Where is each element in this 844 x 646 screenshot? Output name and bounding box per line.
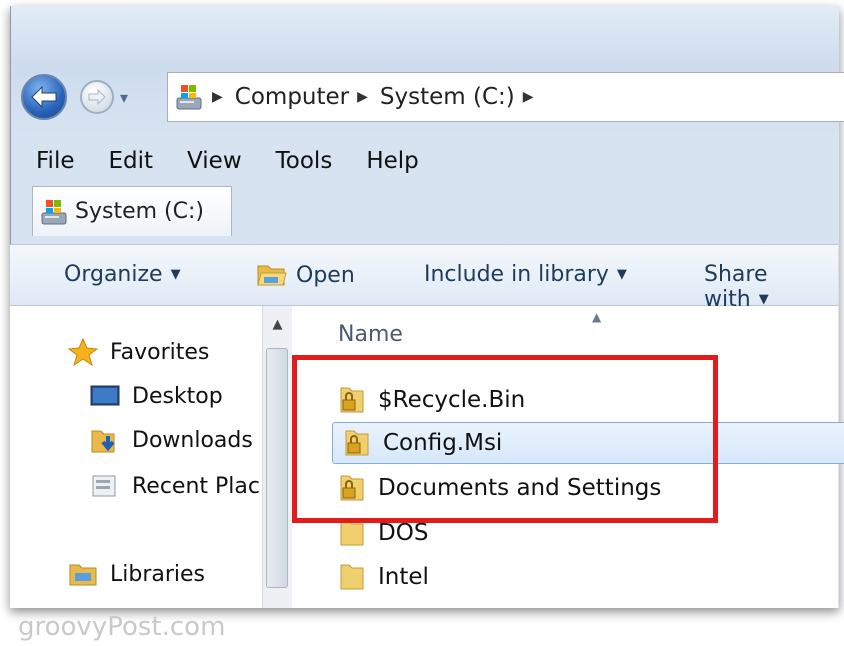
include-in-library-button[interactable]: Include in library ▼ [424,262,627,287]
back-button[interactable] [21,74,67,120]
folder-icon [340,564,364,590]
drive-icon [41,199,67,224]
breadcrumb-computer[interactable]: Computer [235,84,349,110]
nav-favorites-label: Favorites [110,339,210,365]
column-header-name[interactable]: Name [338,322,403,347]
back-arrow-icon [31,86,57,108]
address-bar[interactable]: ▶ Computer ▶ System (C:) ▶ [167,72,844,122]
nav-pane-scrollbar[interactable]: ▲ [262,306,292,608]
organize-button[interactable]: Organize ▼ [64,262,181,287]
tab-label: System (C:) [75,199,204,224]
nav-libraries-label: Libraries [110,561,206,587]
watermark: groovyPost.com [18,612,226,642]
desktop-icon [90,385,120,406]
list-item[interactable]: Intel [328,556,844,598]
menu-tools[interactable]: Tools [276,148,333,174]
navigation-pane: Favorites Desktop Downloads Recent Plac … [10,306,262,608]
scroll-thumb[interactable] [266,348,288,588]
nav-downloads[interactable]: Downloads [90,426,253,454]
nav-desktop[interactable]: Desktop [90,382,223,410]
file-name: Intel [378,564,429,590]
menu-help[interactable]: Help [366,148,418,174]
chevron-down-icon: ▼ [758,292,769,307]
recent-places-icon [92,475,116,497]
command-bar: Organize ▼ Open Include in library ▼ Share… [10,244,838,312]
nav-recent-places[interactable]: Recent Plac [90,472,260,500]
include-label: Include in library [424,262,609,287]
menu-bar: File Edit View Tools Help [36,148,453,174]
chevron-down-icon: ▾ [120,88,129,107]
menu-view[interactable]: View [187,148,242,174]
forward-button[interactable] [80,80,114,114]
share-with-button[interactable]: Share with ▼ [704,262,838,312]
downloads-folder-icon [91,430,115,453]
open-button[interactable]: Open [256,262,355,288]
forward-arrow-icon [88,89,106,105]
share-label: Share with [704,262,768,312]
chevron-down-icon: ▼ [170,267,181,282]
breadcrumb-separator[interactable]: ▶ [357,89,368,105]
nav-recent-label: Recent Plac [132,473,260,499]
drive-icon [176,85,202,110]
chevron-up-icon: ▲ [272,316,283,332]
menu-edit[interactable]: Edit [109,148,154,174]
sort-ascending-icon: ▲ [592,310,602,324]
scroll-up-button[interactable]: ▲ [263,306,292,342]
recent-pages-dropdown[interactable]: ▾ [120,88,128,107]
breadcrumb-separator[interactable]: ▶ [212,89,223,105]
open-label: Open [296,262,355,288]
tab-system-c[interactable]: System (C:) [32,186,232,236]
folder-open-icon [257,265,287,286]
organize-label: Organize [64,262,163,287]
file-name: DOS [378,520,429,546]
menu-file[interactable]: File [36,148,75,174]
nav-downloads-label: Downloads [132,427,253,453]
breadcrumb-system-c[interactable]: System (C:) [380,84,515,110]
chevron-down-icon: ▼ [616,267,627,282]
highlight-box [292,355,718,523]
breadcrumb-separator[interactable]: ▶ [523,89,534,105]
nav-libraries[interactable]: Libraries [68,560,205,588]
nav-desktop-label: Desktop [132,383,223,409]
star-icon [68,338,98,366]
libraries-icon [69,564,97,586]
nav-favorites[interactable]: Favorites [68,338,209,366]
